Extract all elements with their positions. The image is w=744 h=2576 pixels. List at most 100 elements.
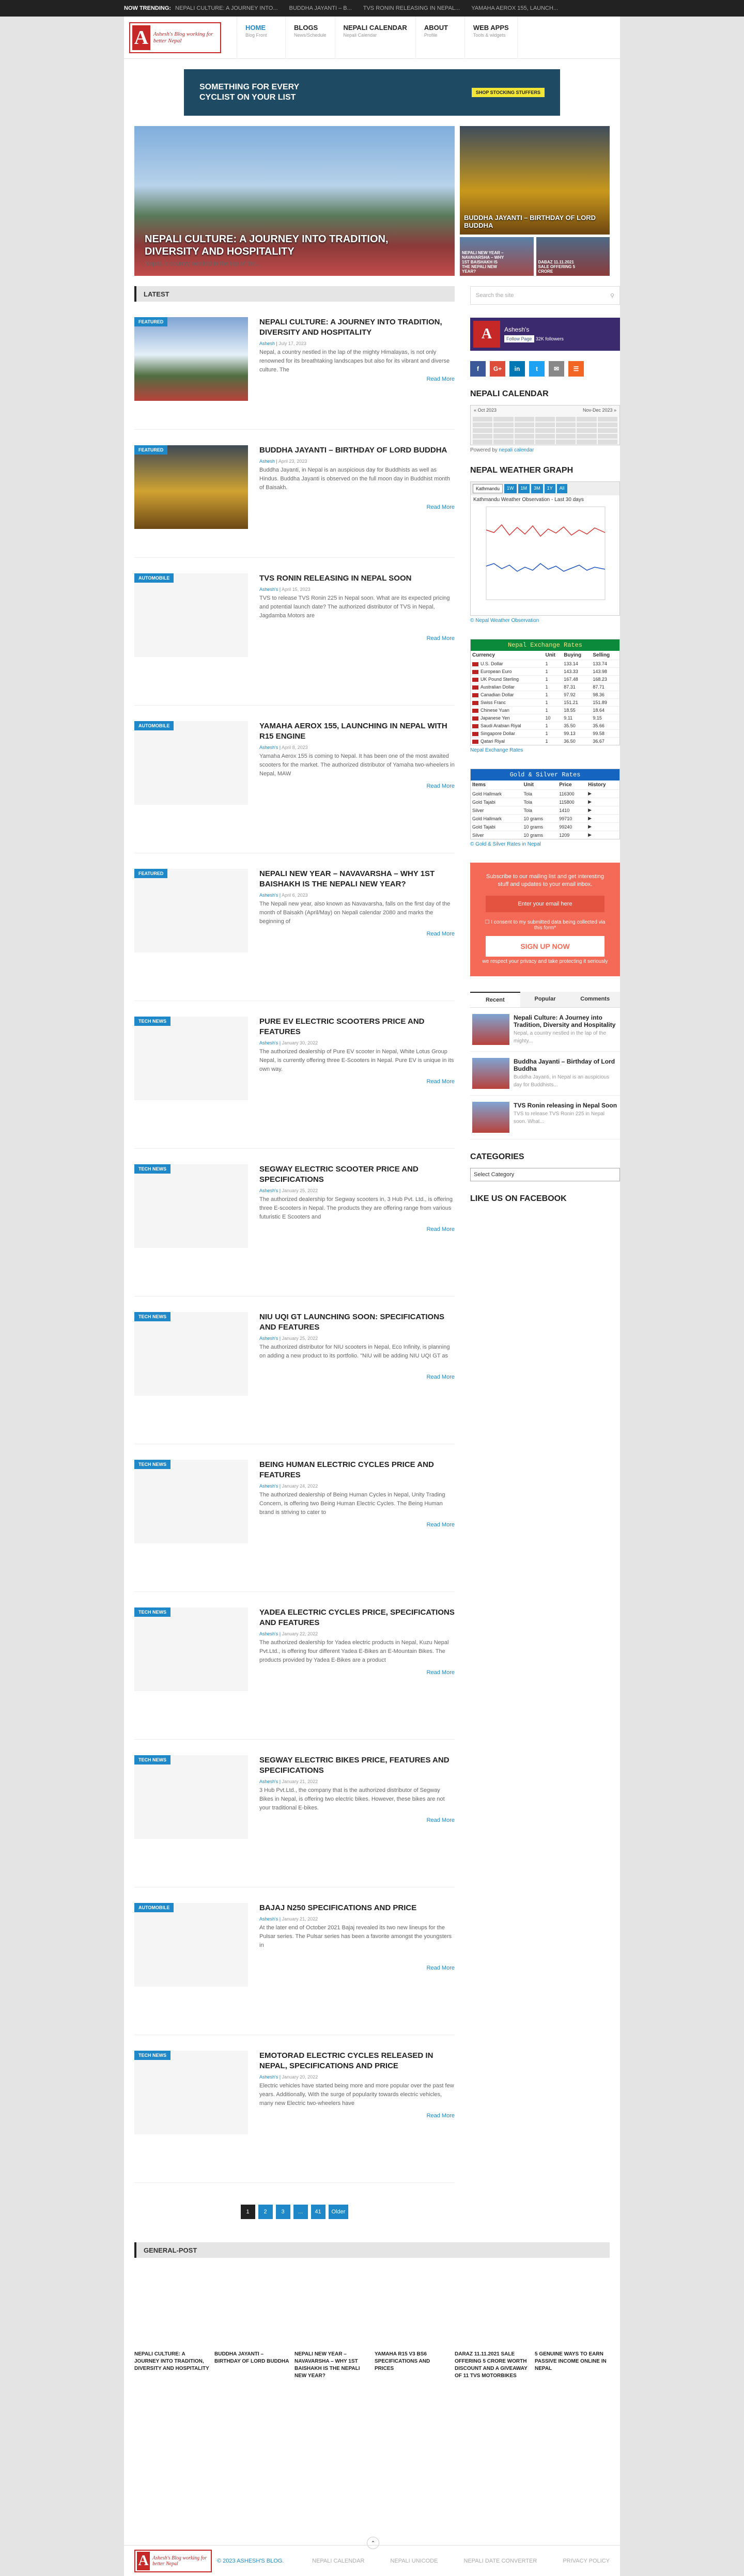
read-more-link[interactable]: Read More [427,1817,455,1823]
calendar-day[interactable] [514,428,534,433]
calendar-day[interactable] [597,423,617,427]
tab-comments[interactable]: Comments [570,992,621,1007]
calendar-day[interactable] [493,440,514,444]
post-thumbnail[interactable]: FEATURED [134,445,248,529]
history-icon[interactable]: ▶ [586,798,619,806]
recent-thumbnail[interactable] [472,1014,509,1045]
recent-title[interactable]: Nepali Culture: A Journey into Tradition… [514,1014,618,1028]
rss-icon[interactable]: ☰ [568,361,584,377]
tab-recent[interactable]: Recent [470,992,520,1007]
footer-link[interactable]: PRIVACY POLICY [563,2558,610,2564]
read-more-link[interactable]: Read More [427,1226,455,1232]
calendar-day[interactable] [473,440,493,444]
post-author[interactable]: Ashesh's [259,1188,278,1193]
ad-button[interactable]: SHOP STOCKING STUFFERS [471,88,545,97]
category-badge[interactable]: TECH NEWS [134,1460,171,1469]
cal-link[interactable]: nepali calendar [499,447,534,453]
general-post-title[interactable]: YAMAHA R15 V3 BS6 SPECIFICATIONS AND PRI… [375,2351,450,2380]
recent-post[interactable]: Buddha Jayanti – Birthday of Lord Buddha… [470,1052,620,1096]
trending-item[interactable]: TVS RONIN RELEASING IN NEPAL... [363,5,460,11]
general-post-title[interactable]: BUDDHA JAYANTI – BIRTHDAY OF LORD BUDDHA [214,2351,289,2380]
calendar-day[interactable] [535,434,555,439]
post-title[interactable]: EMOTORAD ELECTRIC CYCLES RELEASED IN NEP… [259,2051,455,2071]
recent-thumbnail[interactable] [472,1102,509,1133]
calendar-day[interactable] [535,417,555,421]
post-thumbnail[interactable]: TECH NEWS [134,2051,248,2134]
post-title[interactable]: NEPALI NEW YEAR – NAVAVARSHA – WHY 1ST B… [259,869,455,889]
calendar-day[interactable] [514,417,534,421]
history-icon[interactable]: ▶ [586,806,619,815]
range-button[interactable]: 3M [531,484,543,493]
calendar-day[interactable] [473,417,493,421]
cal-next[interactable]: Nov-Dec 2023 » [583,408,616,413]
calendar-day[interactable] [493,434,514,439]
city-select[interactable]: Kathmandu [473,484,503,493]
post-title[interactable]: BUDDHA JAYANTI – BIRTHDAY OF LORD BUDDHA [259,445,455,456]
email-icon[interactable]: ✉ [549,361,564,377]
calendar-day[interactable] [597,434,617,439]
recent-thumbnail[interactable] [472,1058,509,1089]
page-link[interactable]: 41 [311,2205,326,2219]
signup-button[interactable]: SIGN UP NOW [486,936,605,957]
calendar-day[interactable] [577,428,597,433]
category-badge[interactable]: TECH NEWS [134,1312,171,1321]
category-badge[interactable]: TECH NEWS [134,1164,171,1174]
calendar-day[interactable] [556,440,576,444]
page-link[interactable]: 1 [240,2205,255,2219]
calendar-day[interactable] [473,434,493,439]
slider-side[interactable]: BUDDHA JAYANTI – BIRTHDAY OF LORD BUDDHA [460,126,610,235]
general-post-title[interactable]: DARAZ 11.11.2021 SALE OFFERING 5 CRORE W… [455,2351,530,2380]
facebook-icon[interactable]: f [470,361,486,377]
slider-main-title[interactable]: NEPALI CULTURE: A JOURNEY INTO TRADITION… [145,233,434,258]
page-link[interactable]: 3 [275,2205,290,2219]
weather-link[interactable]: © Nepal Weather Observation [470,618,539,623]
calendar-day[interactable] [556,423,576,427]
footer-logo[interactable]: A Ashesh's Blog working for better Nepal [134,2549,212,2572]
history-icon[interactable]: ▶ [586,814,619,823]
category-badge[interactable]: FEATURED [134,445,168,455]
range-button[interactable]: 1Y [544,484,555,493]
calendar-day[interactable] [556,428,576,433]
post-title[interactable]: YAMAHA AEROX 155, LAUNCHING IN NEPAL WIT… [259,721,455,742]
post-author[interactable]: Ashesh's [259,1336,278,1341]
category-badge[interactable]: TECH NEWS [134,1017,171,1026]
calendar-day[interactable] [556,417,576,421]
googleplus-icon[interactable]: G+ [490,361,505,377]
post-thumbnail[interactable]: AUTOMOBILE [134,1903,248,1987]
read-more-link[interactable]: Read More [427,1669,455,1676]
category-badge[interactable]: FEATURED [134,317,168,326]
calendar-day[interactable] [514,434,534,439]
post-title[interactable]: NEPALI CULTURE: A JOURNEY INTO TRADITION… [259,317,455,338]
calendar-day[interactable] [577,417,597,421]
category-badge[interactable]: TECH NEWS [134,1607,171,1617]
fb-page-name[interactable]: Ashesh's [504,326,564,333]
tab-popular[interactable]: Popular [520,992,570,1007]
post-title[interactable]: BAJAJ N250 SPECIFICATIONS AND PRICE [259,1903,455,1913]
calendar-day[interactable] [535,440,555,444]
slider-main[interactable]: NEPALI CULTURE: A JOURNEY INTO TRADITION… [134,126,455,276]
footer-link[interactable]: NEPALI CALENDAR [312,2558,364,2564]
category-badge[interactable]: AUTOMOBILE [134,573,174,583]
read-more-link[interactable]: Read More [427,1965,455,1971]
trending-item[interactable]: NEPALI CULTURE: A JOURNEY INTO... [175,5,277,11]
calendar-day[interactable] [597,417,617,421]
recent-post[interactable]: TVS Ronin releasing in Nepal Soon TVS to … [470,1096,620,1139]
site-logo[interactable]: A Ashesh's Blog working for better Nepal [129,22,221,53]
post-thumbnail[interactable]: TECH NEWS [134,1607,248,1691]
search-icon[interactable]: ⚲ [610,292,614,299]
post-thumbnail[interactable]: FEATURED [134,869,248,953]
post-thumbnail[interactable]: TECH NEWS [134,1164,248,1248]
slider-small-title[interactable]: DABAZ 11.11.2021 SALE OFFERING 5 CRORE [538,260,582,274]
category-badge[interactable]: AUTOMOBILE [134,721,174,730]
page-link[interactable]: ... [293,2205,308,2219]
recent-title[interactable]: TVS Ronin releasing in Nepal Soon [514,1102,618,1109]
post-author[interactable]: Ashesh [259,341,275,346]
post-author[interactable]: Ashesh [259,459,275,464]
trending-item[interactable]: YAMAHA AEROX 155, LAUNCH... [471,5,558,11]
post-title[interactable]: SEGWAY ELECTRIC SCOOTER PRICE AND SPECIF… [259,1164,455,1185]
nav-about[interactable]: ABOUT Profile [416,16,465,59]
post-thumbnail[interactable]: TECH NEWS [134,1755,248,1839]
post-title[interactable]: YADEA ELECTRIC CYCLES PRICE, SPECIFICATI… [259,1607,455,1628]
nav-calendar[interactable]: NEPALI CALENDAR Nepali Calendar [335,16,416,59]
read-more-link[interactable]: Read More [427,376,455,382]
